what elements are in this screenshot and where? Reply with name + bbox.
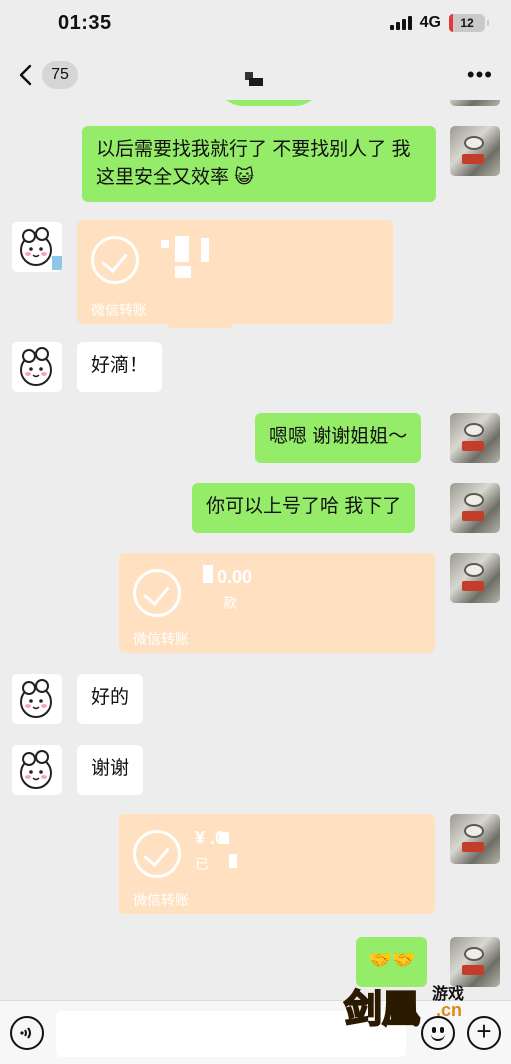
chat-title — [245, 72, 263, 86]
sheep-cartoon-icon — [20, 347, 52, 386]
signal-icon — [389, 16, 412, 30]
network-type: 4G — [419, 14, 441, 31]
emoji-button[interactable] — [421, 1016, 455, 1050]
battery-level: 12 — [460, 16, 474, 30]
self-avatar[interactable] — [450, 413, 500, 463]
self-avatar[interactable] — [450, 553, 500, 603]
check-circle-icon — [91, 236, 139, 284]
voice-input-button[interactable] — [10, 1016, 44, 1050]
unread-count-badge: 75 — [42, 61, 78, 89]
transfer-card[interactable]: ¥ .0 已 微信转账 — [119, 814, 435, 914]
transfer-amount: 0.00 — [217, 567, 253, 587]
transfer-card[interactable]: 微信转账 — [77, 220, 393, 324]
message-input[interactable] — [56, 1011, 406, 1057]
message-list[interactable]: 以后需要找我就行了 不要找别人了 我这里安全又效率 😺 微信转账 好滴！ 嗯嗯 … — [0, 100, 511, 1000]
more-actions-button[interactable]: + — [467, 1016, 501, 1050]
handshake-icon: 🤝🤝 — [368, 950, 416, 971]
self-avatar[interactable] — [450, 483, 500, 533]
message-text: 谢谢 — [91, 758, 130, 779]
sheep-cartoon-icon — [20, 750, 52, 789]
other-avatar[interactable] — [12, 674, 62, 724]
message-text: 好滴！ — [91, 355, 149, 376]
input-bar: + — [0, 1000, 511, 1064]
check-circle-icon — [133, 830, 181, 878]
message-text: 你可以上号了哈 我下了 — [206, 496, 402, 517]
sheep-cartoon-icon — [20, 679, 52, 718]
chevron-left-icon — [19, 64, 32, 86]
status-time: 01:35 — [58, 11, 112, 34]
self-avatar[interactable] — [450, 937, 500, 987]
check-circle-icon — [133, 569, 181, 617]
battery-icon: 12 — [449, 14, 489, 32]
other-avatar[interactable] — [12, 222, 62, 272]
message-text: 嗯嗯 谢谢姐姐～ — [269, 426, 408, 447]
transfer-label: 微信转账 — [91, 302, 147, 318]
message-bubble-self[interactable]: 嗯嗯 谢谢姐姐～ — [255, 413, 422, 463]
message-bubble-other[interactable]: 好滴！ — [77, 342, 163, 392]
more-options-button[interactable]: ••• — [467, 62, 493, 88]
message-text: 好的 — [91, 687, 130, 708]
other-avatar[interactable] — [12, 342, 62, 392]
transfer-status: 款 — [223, 595, 237, 611]
status-bar: 01:35 4G 12 — [0, 0, 511, 46]
cat-face-icon: 😺 — [234, 167, 255, 188]
transfer-label: 微信转账 — [133, 892, 189, 908]
voice-icon — [20, 1027, 31, 1039]
transfer-card[interactable]: 0.00 款 微信转账 — [119, 553, 435, 653]
message-bubble-other[interactable]: 谢谢 — [77, 745, 144, 795]
self-avatar[interactable] — [450, 814, 500, 864]
message-bubble-self[interactable]: 以后需要找我就行了 不要找别人了 我这里安全又效率 😺 — [82, 126, 436, 202]
message-bubble-self[interactable]: 你可以上号了哈 我下了 — [192, 483, 416, 533]
message-bubble-self[interactable]: 🤝🤝 — [356, 937, 428, 987]
self-avatar[interactable] — [450, 126, 500, 176]
chat-header: 75 ••• — [0, 50, 511, 100]
back-button[interactable]: 75 — [16, 61, 78, 89]
message-bubble-other[interactable]: 好的 — [77, 674, 144, 724]
other-avatar[interactable] — [12, 745, 62, 795]
self-avatar[interactable] — [450, 100, 500, 106]
transfer-label: 微信转账 — [133, 631, 189, 647]
transfer-status: 已 — [195, 856, 209, 872]
sheep-cartoon-icon — [20, 227, 62, 270]
message-bubble-partial — [214, 100, 324, 106]
status-icons: 4G 12 — [389, 14, 489, 32]
